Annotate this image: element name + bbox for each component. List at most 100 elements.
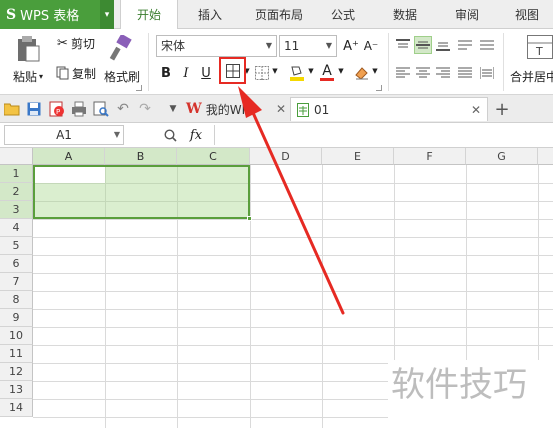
close-icon[interactable]: ✕ [471,103,481,117]
watermark-text: 软件技巧 [388,360,553,428]
row-header-7[interactable]: 7 [0,273,33,291]
doc-tab-my-wps[interactable]: W 我的WPS ✕ [186,97,290,121]
new-tab-plus-icon[interactable]: + [492,99,512,120]
row-header-1[interactable]: 1 [0,165,33,183]
row-header-12[interactable]: 12 [0,363,33,381]
cut-button[interactable]: ✂ 剪切 [52,33,100,53]
row-header-2[interactable]: 2 [0,183,33,201]
distributed-icon [480,67,494,79]
row-header-3[interactable]: 3 [0,201,33,219]
insert-function-button[interactable]: fx [184,126,208,144]
save-icon[interactable] [26,100,42,118]
align-top-button[interactable] [394,36,412,54]
chevron-down-icon[interactable]: ▼ [271,65,279,77]
text-lines-icon [458,40,472,50]
paint-bucket-icon [290,66,304,81]
redo-icon[interactable]: ↷ [136,100,154,118]
align-right-button[interactable] [434,64,452,82]
merge-center-icon[interactable]: T [526,34,553,60]
tab-view[interactable]: 视图 [504,0,550,29]
paste-icon[interactable] [10,33,46,65]
tab-review[interactable]: 审阅 [442,0,492,29]
zoom-search-icon[interactable] [162,126,178,144]
decrease-font-size-button[interactable]: A⁻ [362,35,380,57]
row-header-4[interactable]: 4 [0,219,33,237]
wrap-text-button[interactable] [478,36,496,54]
font-color-button[interactable]: A [317,61,337,83]
chevron-down-icon[interactable]: ▼ [371,65,379,77]
font-size-select[interactable]: 11 ▼ [279,35,337,57]
row-header-5[interactable]: 5 [0,237,33,255]
merge-center-button[interactable]: 合并居中 [510,67,553,85]
clipboard-dialog-launcher[interactable] [136,85,142,91]
fill-handle[interactable] [247,216,252,221]
spreadsheet-file-icon [297,102,309,117]
underline-button[interactable]: U [198,63,214,83]
copy-icon [56,66,69,80]
distributed-align-button[interactable] [478,64,496,82]
column-header-a[interactable]: A [33,148,105,165]
app-menu-button[interactable]: S WPS 表格 ▾ [0,0,114,29]
align-center-icon [416,67,430,78]
align-left-button[interactable] [394,64,412,82]
row-header-14[interactable]: 14 [0,399,33,417]
row-header-9[interactable]: 9 [0,309,33,327]
column-header-b[interactable]: B [105,148,177,165]
tab-formulas[interactable]: 公式 [320,0,366,29]
row-header-13[interactable]: 13 [0,381,33,399]
row-header-10[interactable]: 10 [0,327,33,345]
wps-w-icon: W [186,101,202,117]
undo-icon[interactable]: ↶ [114,100,132,118]
fill-pattern-button[interactable] [253,63,271,83]
row-header-8[interactable]: 8 [0,291,33,309]
paste-button[interactable]: 粘贴 ▾ [6,67,50,85]
copy-button[interactable]: 复制 [52,63,100,83]
row-header-11[interactable]: 11 [0,345,33,363]
column-header-d[interactable]: D [250,148,322,165]
row-header-6[interactable]: 6 [0,255,33,273]
tab-home[interactable]: 开始 [120,0,178,30]
format-painter-icon[interactable] [106,33,136,63]
justify-button[interactable] [456,64,474,82]
font-name-select[interactable]: 宋体 ▼ [156,35,277,57]
close-icon[interactable]: ✕ [276,102,286,116]
customize-toolbar-icon[interactable]: ▼ [166,102,180,116]
italic-button[interactable]: I [178,63,194,83]
export-pdf-icon[interactable]: P [48,100,66,118]
increase-font-size-button[interactable]: A⁺ [342,35,360,57]
dotted-border-icon [255,66,269,80]
align-middle-button[interactable] [414,36,432,54]
column-header-h[interactable] [538,148,553,165]
tab-insert[interactable]: 插入 [182,0,238,29]
align-bottom-button[interactable] [434,36,452,54]
font-color-swatch [320,77,334,81]
chevron-down-icon[interactable]: ▼ [307,65,315,77]
column-header-f[interactable]: F [394,148,466,165]
align-center-button[interactable] [414,64,432,82]
select-all-corner[interactable] [0,148,33,165]
chevron-down-icon[interactable]: ▼ [337,65,345,77]
column-header-g[interactable]: G [466,148,538,165]
chevron-down-icon: ▼ [325,41,333,50]
column-header-c[interactable]: C [177,148,250,165]
formula-input[interactable] [214,125,553,145]
format-painter-button[interactable]: 格式刷 [102,67,142,85]
column-header-e[interactable]: E [322,148,394,165]
font-dialog-launcher[interactable] [376,85,382,91]
active-cell-a1[interactable] [35,167,105,183]
name-box[interactable]: A1 ▼ [4,125,124,145]
open-folder-icon[interactable] [4,100,20,118]
doc-tab-label: 我的WPS [205,102,257,117]
print-preview-icon[interactable] [92,100,110,118]
tab-page-layout[interactable]: 页面布局 [244,0,314,29]
doc-tab-01[interactable]: 01 ✕ [290,97,488,121]
clear-format-button[interactable] [353,63,371,83]
borders-highlight-box [219,57,246,84]
print-icon[interactable] [70,100,88,118]
orientation-button[interactable] [456,36,474,54]
fill-color-button[interactable] [287,63,307,83]
bold-button[interactable]: B [158,63,174,83]
app-menu-dropdown-icon[interactable]: ▾ [100,0,114,29]
eraser-icon [355,67,368,80]
tab-data[interactable]: 数据 [380,0,430,29]
